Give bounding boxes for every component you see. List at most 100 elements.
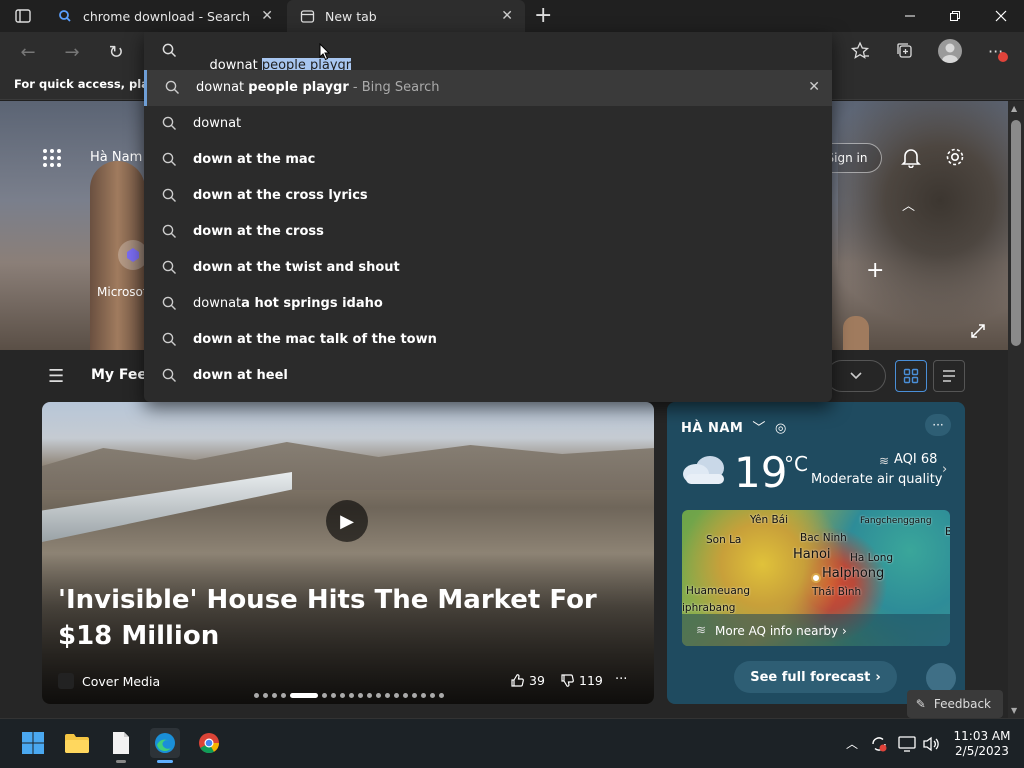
featured-news-card[interactable]: [42, 402, 654, 704]
search-icon: [162, 368, 176, 382]
map-label: Ha Long: [850, 552, 894, 564]
suggestion-item[interactable]: down at the cross lyrics: [144, 178, 832, 214]
aqi-icon: ≋: [879, 454, 890, 468]
new-tab-plus-icon[interactable]: +: [534, 5, 552, 27]
microsoft-app-label: Microsof: [97, 285, 148, 299]
weather-more-icon[interactable]: ···: [925, 414, 951, 436]
see-full-forecast-button[interactable]: See full forecast ›: [734, 661, 897, 693]
tab-actions-icon[interactable]: [14, 7, 32, 25]
notepad-file-icon[interactable]: [106, 728, 136, 758]
chevron-right-icon: ›: [841, 624, 847, 638]
map-label: Fangchenggang: [860, 516, 932, 526]
tab-title: New tab: [325, 8, 377, 24]
search-icon: [162, 188, 176, 202]
minimize-icon[interactable]: [887, 0, 933, 32]
add-site-plus-icon[interactable]: +: [866, 258, 884, 283]
source-logo-icon: [58, 673, 74, 689]
map-label: Son La: [706, 534, 742, 546]
aqi-value: AQI 68: [894, 452, 938, 467]
search-icon: [162, 152, 176, 166]
back-icon[interactable]: ←: [14, 38, 42, 66]
tab-new-tab[interactable]: New tab ✕: [287, 0, 525, 32]
page-settings-gear-icon[interactable]: [944, 146, 966, 172]
new-tab-page-icon: [299, 8, 315, 24]
aqi-icon: ≋: [696, 623, 707, 637]
bing-search-icon: [57, 8, 73, 24]
chevron-right-icon[interactable]: ›: [942, 462, 947, 477]
air-quality-text: Moderate air quality: [811, 472, 943, 487]
map-label: Hanoi: [793, 547, 831, 562]
close-window-icon[interactable]: [978, 0, 1024, 32]
chrome-icon[interactable]: [194, 728, 224, 758]
refresh-icon[interactable]: ↻: [102, 38, 130, 66]
address-bar[interactable]: downat people playgr: [144, 32, 832, 73]
close-tab-icon[interactable]: ✕: [261, 8, 273, 24]
forward-icon[interactable]: →: [58, 38, 86, 66]
suggestion-item[interactable]: down at the mac: [144, 142, 832, 178]
like-button[interactable]: 39: [510, 673, 545, 688]
list-view-icon[interactable]: [933, 360, 965, 392]
clock-date: 2/5/2023: [955, 744, 1009, 758]
chevron-down-icon: ﹀: [752, 421, 766, 436]
thumbs-up-icon: [511, 674, 524, 687]
play-video-icon[interactable]: ▶: [326, 500, 368, 542]
windows-start-icon[interactable]: [18, 728, 48, 758]
suggestion-item[interactable]: downat people playgr - Bing Search ✕: [144, 70, 832, 106]
scroll-up-icon[interactable]: ▲: [1011, 104, 1017, 113]
suggestion-item[interactable]: downata hot springs idaho: [144, 286, 832, 322]
hero-location[interactable]: Hà Nam: [90, 150, 142, 165]
show-hidden-icons-chevron-icon[interactable]: ︿: [846, 735, 858, 752]
grid-view-icon[interactable]: [895, 360, 927, 392]
apps-grid-icon[interactable]: [42, 148, 62, 172]
like-count: 39: [529, 673, 545, 688]
volume-icon[interactable]: [922, 736, 940, 756]
search-icon: [162, 224, 176, 238]
restore-icon[interactable]: [932, 0, 978, 32]
collapse-chevron-up-icon[interactable]: ︿: [902, 195, 915, 214]
globe-icon: ◎: [774, 421, 787, 436]
file-explorer-icon[interactable]: [62, 728, 92, 758]
edge-browser-icon[interactable]: [150, 728, 180, 758]
suggestion-item[interactable]: down at the cross: [144, 214, 832, 250]
remove-suggestion-icon[interactable]: ✕: [808, 79, 820, 95]
notification-bell-icon[interactable]: [900, 146, 922, 172]
map-label: Yên Bái: [750, 514, 789, 526]
tab-chrome-download[interactable]: chrome download - Search ✕: [45, 0, 285, 32]
feedback-button[interactable]: ✎ Feedback: [907, 690, 1003, 718]
search-icon: [162, 332, 176, 346]
close-tab-icon[interactable]: ✕: [501, 8, 513, 24]
weather-location[interactable]: HÀ NAM ﹀ ◎: [681, 417, 787, 436]
taskbar-clock[interactable]: 11:03 AM 2/5/2023: [950, 729, 1014, 759]
news-source: Cover Media: [82, 674, 161, 689]
suggestion-item[interactable]: downat: [144, 106, 832, 142]
thumbs-down-icon: [561, 674, 574, 687]
collections-icon[interactable]: [895, 41, 915, 65]
weather-app-icon[interactable]: [926, 663, 956, 693]
map-label: iphrabang: [682, 602, 736, 614]
suggestion-item[interactable]: down at heel: [144, 358, 832, 394]
display-icon[interactable]: [898, 736, 916, 756]
scroll-down-icon[interactable]: ▼: [1011, 706, 1017, 715]
feed-menu-icon[interactable]: ☰: [48, 366, 64, 387]
clock-time: 11:03 AM: [953, 729, 1011, 743]
card-more-icon[interactable]: ···: [615, 672, 627, 687]
chevron-right-icon: ›: [875, 669, 881, 685]
profile-avatar-icon[interactable]: [938, 39, 962, 63]
search-icon: [162, 116, 176, 130]
weather-unit[interactable]: °C: [784, 452, 808, 476]
more-aq-link[interactable]: More AQ info nearby ›: [715, 624, 847, 638]
suggestion-item[interactable]: down at the mac talk of the town: [144, 322, 832, 358]
scrollbar-thumb[interactable]: [1011, 120, 1021, 346]
news-headline[interactable]: 'Invisible' House Hits The Market For $1…: [58, 582, 618, 654]
carousel-dots[interactable]: [254, 693, 444, 698]
tab-title: chrome download - Search: [83, 8, 250, 24]
feed-dropdown-chevron-icon[interactable]: [826, 360, 886, 392]
favorites-star-icon[interactable]: [850, 41, 870, 65]
suggestion-item[interactable]: down at the twist and shout: [144, 250, 832, 286]
sync-error-icon[interactable]: [870, 735, 888, 757]
map-label: Huameuang: [686, 585, 751, 597]
taskbar-active-indicator: [157, 760, 173, 763]
expand-icon[interactable]: [970, 323, 986, 343]
dislike-button[interactable]: 119: [560, 673, 603, 688]
search-icon: [162, 260, 176, 274]
